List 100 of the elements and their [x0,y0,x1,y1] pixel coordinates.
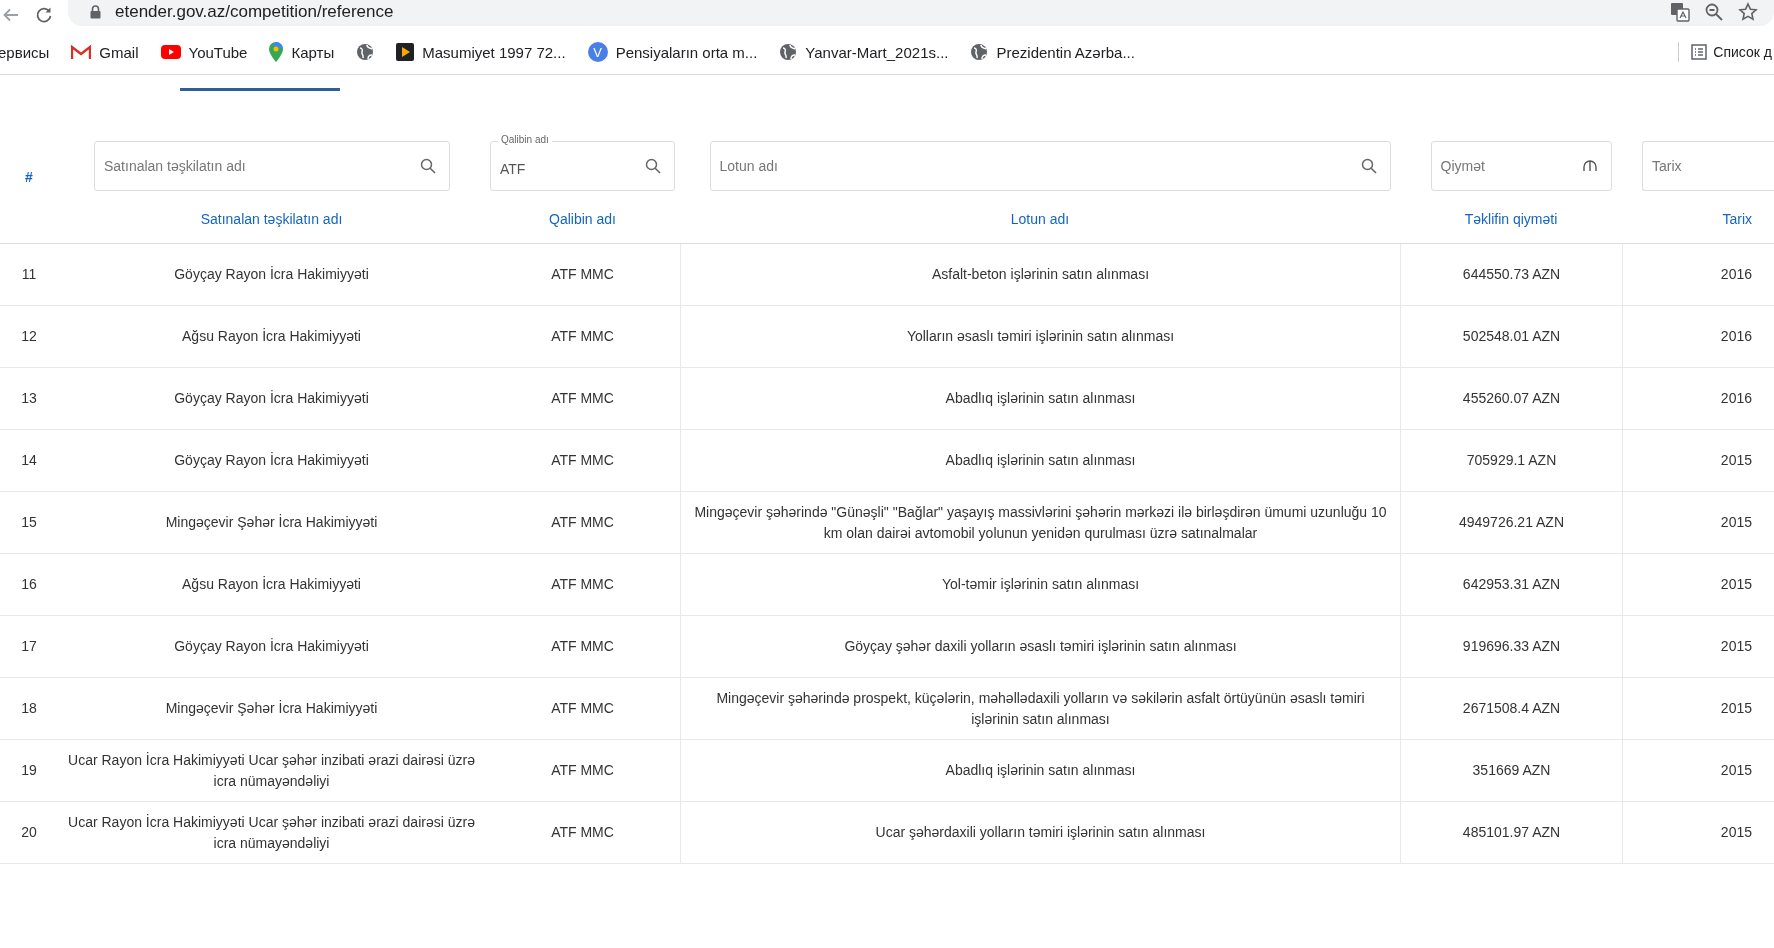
table-cell: Ağsu Rayon İcra Hakimiyyəti [58,306,485,368]
table-cell: 2016 [1622,306,1774,368]
table-cell: ATF MMC [485,678,680,740]
row-number: 11 [0,244,58,306]
row-number: 16 [0,554,58,616]
filter-field[interactable]: Qiymət [1430,141,1612,191]
table-cell: Mingəçevir Şəhər İcra Hakimiyyəti [58,492,485,554]
table-cell: Yolların əsaslı təmiri işlərinin satın alınması [680,306,1400,368]
table-cell: ATF MMC [485,306,680,368]
column-header[interactable]: Təklifin qiyməti [1464,211,1558,227]
field-label: Qalibin adı [498,134,552,146]
table-cell: 351669 AZN [1400,740,1622,802]
table-cell: Ucar Rayon İcra Hakimiyyəti Ucar şəhər inzibati ərazi dairəsi üzrə icra nümayəndəliyi [58,802,485,864]
bookmark[interactable]: Gmail [71,43,139,61]
table-cell: 485101.97 AZN [1400,802,1622,864]
table-cell: ATF MMC [485,430,680,492]
table-cell: 919696.33 AZN [1400,616,1622,678]
table-cell: Abadlıq işlərinin satın alınması [680,740,1400,802]
column-header[interactable]: Tarix [1722,211,1752,227]
table-cell: 4949726.21 AZN [1400,492,1622,554]
table-cell: Ucar şəhərdaxili yolların təmiri işlərinin satın alınması [680,802,1400,864]
table-cell: Göyçay Rayon İcra Hakimiyyəti [58,368,485,430]
filter-field[interactable]: Tarix [1642,141,1774,191]
table-cell: Göyçay şəhər daxili yolların əsaslı təmiri işlərinin satın alınması [680,616,1400,678]
letter-icon: V [587,42,608,62]
table-cell: 2015 [1622,616,1774,678]
table-cell: ATF MMC [485,616,680,678]
table-cell: Göyçay Rayon İcra Hakimiyyəti [58,616,485,678]
translate-icon[interactable] [1670,2,1690,22]
table-cell: Ucar Rayon İcra Hakimiyyəti Ucar şəhər inzibati ərazi dairəsi üzrə icra nümayəndəliyi [58,740,485,802]
bookmark[interactable]: V Pensiyaların orta m... [587,42,758,62]
row-number: 19 [0,740,58,802]
row-number: 12 [0,306,58,368]
search-icon [420,158,436,174]
bookmark[interactable]: Prezidentin Azərba... [970,43,1135,61]
row-number: 15 [0,492,58,554]
filter-field[interactable]: Lotun adı [709,141,1391,191]
row-number: 20 [0,802,58,864]
table-cell: ATF MMC [485,740,680,802]
table-cell: 2015 [1622,430,1774,492]
list-icon [1691,44,1708,60]
table-cell: ATF MMC [485,244,680,306]
zoom-icon[interactable] [1704,2,1724,22]
row-number: 13 [0,368,58,430]
table-cell: Asfalt-beton işlərinin satın alınması [680,244,1400,306]
table-cell: Abadlıq işlərinin satın alınması [680,430,1400,492]
table-cell: ATF MMC [485,554,680,616]
filter-field[interactable]: Satınalan təşkilatın adı [94,141,450,191]
table-cell: 455260.07 AZN [1400,368,1622,430]
search-icon [645,158,661,174]
table-cell: 2015 [1622,678,1774,740]
table-cell: 2016 [1622,368,1774,430]
table-cell: ATF MMC [485,492,680,554]
globe-icon [779,43,798,61]
back-icon[interactable] [2,6,20,24]
column-header[interactable]: Qalibin adı [549,211,616,227]
table-cell: 2015 [1622,740,1774,802]
reload-icon[interactable] [34,5,54,25]
table-cell: Ağsu Rayon İcra Hakimiyyəti [58,554,485,616]
search-icon [1360,158,1377,174]
row-number: 14 [0,430,58,492]
lock-icon [90,5,101,19]
table-cell: Göyçay Rayon İcra Hakimiyyəti [58,244,485,306]
bookmark[interactable]: Masumiyet 1997 72... [396,43,566,61]
table-cell: 644550.73 AZN [1400,244,1622,306]
bookmark[interactable]: YouTube [160,43,248,61]
table-cell: Göyçay Rayon İcra Hakimiyyəti [58,430,485,492]
bookmark[interactable]: Карты [269,42,335,62]
table-cell: 2671508.4 AZN [1400,678,1622,740]
table-cell: ATF MMC [485,802,680,864]
table-cell: Abadlıq işlərinin satın alınması [680,368,1400,430]
row-number: 17 [0,616,58,678]
table-cell: 705929.1 AZN [1400,430,1622,492]
address-bar[interactable]: etender.gov.az/competition/reference [68,0,1774,26]
table-cell: Mingəçevir şəhərində "Günəşli" "Bağlar" yaşayış massivlərini şəhərin mərkəzi ilə birləşdirən ümumi uzunluğu 10 km olan dairəi avtomobil yolunun yenidən qurulması üzrə satınalmalar [680,492,1400,554]
table-cell: Mingəçevir şəhərində prospekt, küçələrin, məhəllədaxili yolların və səkilərin asfalt örtüyünün əsaslı təmiri işlərinin satın alınması [680,678,1400,740]
table-cell: 2015 [1622,554,1774,616]
bookmark[interactable]: Yanvar-Mart_2021s... [779,43,949,61]
play-icon [396,43,415,61]
column-header[interactable]: Satınalan təşkilatın adı [200,211,343,227]
table-cell: 2015 [1622,492,1774,554]
map-pin-icon [269,42,284,62]
globe-icon [970,43,989,61]
table-cell: Yol-təmir işlərinin satın alınması [680,554,1400,616]
arc-icon [1581,158,1598,172]
table-cell: 642953.31 AZN [1400,554,1622,616]
bookmark[interactable] [356,43,375,61]
index-header: # [24,168,34,187]
row-number: 18 [0,678,58,740]
table-cell: ATF MMC [485,368,680,430]
table-cell: 502548.01 AZN [1400,306,1622,368]
table-cell: 2016 [1622,244,1774,306]
play-icon [160,45,181,59]
reading-list[interactable]: Список д [1691,44,1772,60]
globe-icon [356,43,375,61]
star-icon[interactable] [1738,2,1758,22]
column-header[interactable]: Lotun adı [1010,211,1070,227]
table-cell: Mingəçevir Şəhər İcra Hakimiyyəti [58,678,485,740]
table-cell: 2015 [1622,802,1774,864]
envelope-m-icon [71,44,92,60]
